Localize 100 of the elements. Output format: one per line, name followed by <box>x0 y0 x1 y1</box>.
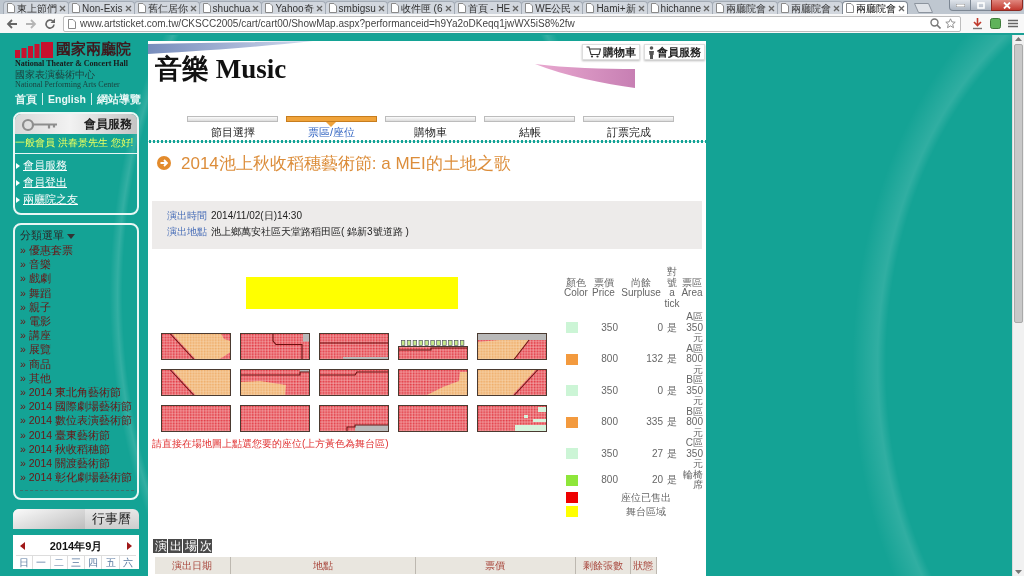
category-link[interactable]: » 2014 臺東藝術節 <box>20 427 134 442</box>
progress-step: 結帳 <box>484 112 575 138</box>
category-link[interactable]: » 音樂 <box>20 257 134 272</box>
category-link[interactable]: » 2014 關渡藝術節 <box>20 456 134 471</box>
member-link[interactable]: 會員登出 <box>23 176 67 189</box>
close-button[interactable] <box>991 0 1023 11</box>
caret-down-icon[interactable] <box>67 233 75 239</box>
close-icon[interactable] <box>833 4 841 12</box>
remaining-count: 27 <box>650 446 663 461</box>
browser-tab[interactable]: hichanne <box>646 1 714 14</box>
weekday-label: 五 <box>101 556 119 570</box>
category-link[interactable]: » 其他 <box>20 370 134 386</box>
browser-tab[interactable]: 首頁 - HE <box>453 1 523 14</box>
browser-tab[interactable]: 舊仁居你 <box>133 1 200 14</box>
category-link[interactable]: » 商品 <box>20 356 134 371</box>
category-link[interactable]: » 2014 東北角藝術節 <box>20 385 134 400</box>
category-link[interactable]: » 電影 <box>20 314 134 329</box>
instruction-text: 請直接在場地圖上點選您要的座位(上方黃色為舞台區) <box>152 438 390 450</box>
member-link[interactable]: 會員服務 <box>23 159 67 172</box>
seat-section[interactable] <box>319 333 389 360</box>
seat-section[interactable] <box>240 333 310 360</box>
browser-tab[interactable]: 收件匣 (6 <box>386 1 455 14</box>
person-icon <box>648 45 655 59</box>
member-button[interactable]: 會員服務 <box>644 44 705 60</box>
menu-icon[interactable] <box>1008 19 1018 28</box>
category-link[interactable]: » 戲劇 <box>20 271 134 286</box>
category-link[interactable]: » 2014 國際劇場藝術節 <box>20 399 134 414</box>
search-icon[interactable] <box>930 18 941 29</box>
browser-tab[interactable]: 兩廳院會 <box>777 1 844 14</box>
close-icon[interactable] <box>377 4 385 12</box>
browser-tab[interactable]: 兩廳院會 <box>842 1 909 14</box>
browser-tab[interactable]: shuchua <box>198 1 263 14</box>
scrollbar[interactable] <box>1012 35 1024 576</box>
reload-icon[interactable] <box>44 17 56 30</box>
arrow-down-icon[interactable] <box>972 17 983 30</box>
seat-section[interactable] <box>319 405 389 432</box>
close-icon[interactable] <box>59 4 66 12</box>
close-icon[interactable] <box>768 4 776 12</box>
close-icon[interactable] <box>898 4 906 12</box>
numbered-text: 是 <box>666 446 678 461</box>
member-link[interactable]: 兩廳院之友 <box>23 193 78 206</box>
maximize-button[interactable] <box>970 0 992 11</box>
seat-section[interactable] <box>161 405 231 432</box>
close-icon[interactable] <box>637 4 645 12</box>
browser-tab[interactable]: Non-Exis <box>68 1 135 14</box>
close-icon[interactable] <box>252 4 260 12</box>
category-link[interactable]: » 親子 <box>20 299 134 314</box>
browser-tab[interactable]: 兩廳院會 <box>712 1 779 14</box>
close-icon[interactable] <box>124 4 132 12</box>
close-icon[interactable] <box>189 4 197 12</box>
browser-tab[interactable]: 東上節們 <box>3 1 69 14</box>
column-header: 狀態 <box>630 557 657 574</box>
seat-section[interactable] <box>477 369 547 396</box>
category-link[interactable]: » 舞蹈 <box>20 285 134 300</box>
scroll-up-icon[interactable] <box>1015 37 1022 41</box>
seat-section[interactable] <box>240 369 310 396</box>
scroll-down-icon[interactable] <box>1015 570 1022 574</box>
seat-section[interactable] <box>477 333 547 360</box>
seat-section[interactable] <box>161 369 231 396</box>
column-header: 演出日期 <box>155 557 230 574</box>
seat-section[interactable] <box>477 405 547 432</box>
address-bar[interactable]: www.artsticket.com.tw/CKSCC2005/cart/cart00/ShowMap.aspx?performanceid=h9Ya2oDKeqq1jwWX5iS8%2fw <box>63 15 961 32</box>
category-link[interactable]: » 2014 秋收稻穗節 <box>20 441 134 457</box>
browser-tab[interactable]: Yahoo奇 <box>261 1 326 14</box>
seat-section[interactable] <box>319 369 389 396</box>
scrollbar-thumb[interactable] <box>1014 44 1023 323</box>
close-icon[interactable] <box>703 4 711 12</box>
close-icon[interactable] <box>512 4 520 12</box>
seat-section[interactable] <box>161 333 231 360</box>
category-link[interactable]: » 2014 彰化劇場藝術節 <box>20 470 134 485</box>
cart-button[interactable]: 購物車 <box>582 44 640 60</box>
star-icon[interactable] <box>945 18 956 29</box>
right-triangle-icon[interactable] <box>127 542 132 551</box>
browser-tab[interactable]: Hami+新 <box>582 1 648 14</box>
nav-link[interactable]: 網站導覽 <box>90 93 146 105</box>
logo-text: 國家兩廳院 <box>56 41 131 58</box>
category-link[interactable]: » 2014 數位表演藝術節 <box>20 413 134 428</box>
seat-section[interactable] <box>240 405 310 432</box>
calendar-title: 行事曆 <box>91 510 131 529</box>
browser-tab[interactable]: WE公民 <box>521 1 584 14</box>
seat-section[interactable] <box>398 369 468 396</box>
category-link[interactable]: » 優惠套票 <box>20 243 134 258</box>
category-link[interactable]: » 講座 <box>20 328 134 343</box>
minimize-button[interactable] <box>949 0 971 11</box>
square-icon[interactable] <box>990 18 1001 29</box>
close-icon[interactable] <box>573 4 581 12</box>
nav-link[interactable]: English <box>42 93 91 105</box>
browser-tab[interactable]: smbigsu <box>324 1 388 14</box>
seat-section[interactable] <box>398 405 468 432</box>
arrow-circle-icon <box>157 156 171 170</box>
weekday-label: 四 <box>84 556 102 570</box>
price-text: 800 <box>600 415 618 429</box>
nav-link[interactable]: 首頁 <box>15 93 42 105</box>
close-icon[interactable] <box>444 4 452 12</box>
category-link[interactable]: » 展覽 <box>20 342 134 357</box>
back-arrow-icon[interactable] <box>6 17 18 30</box>
numbered-text: 是 <box>666 320 678 335</box>
close-icon[interactable] <box>315 4 323 12</box>
left-triangle-icon[interactable] <box>20 542 25 551</box>
price-text: 800 <box>600 472 618 487</box>
